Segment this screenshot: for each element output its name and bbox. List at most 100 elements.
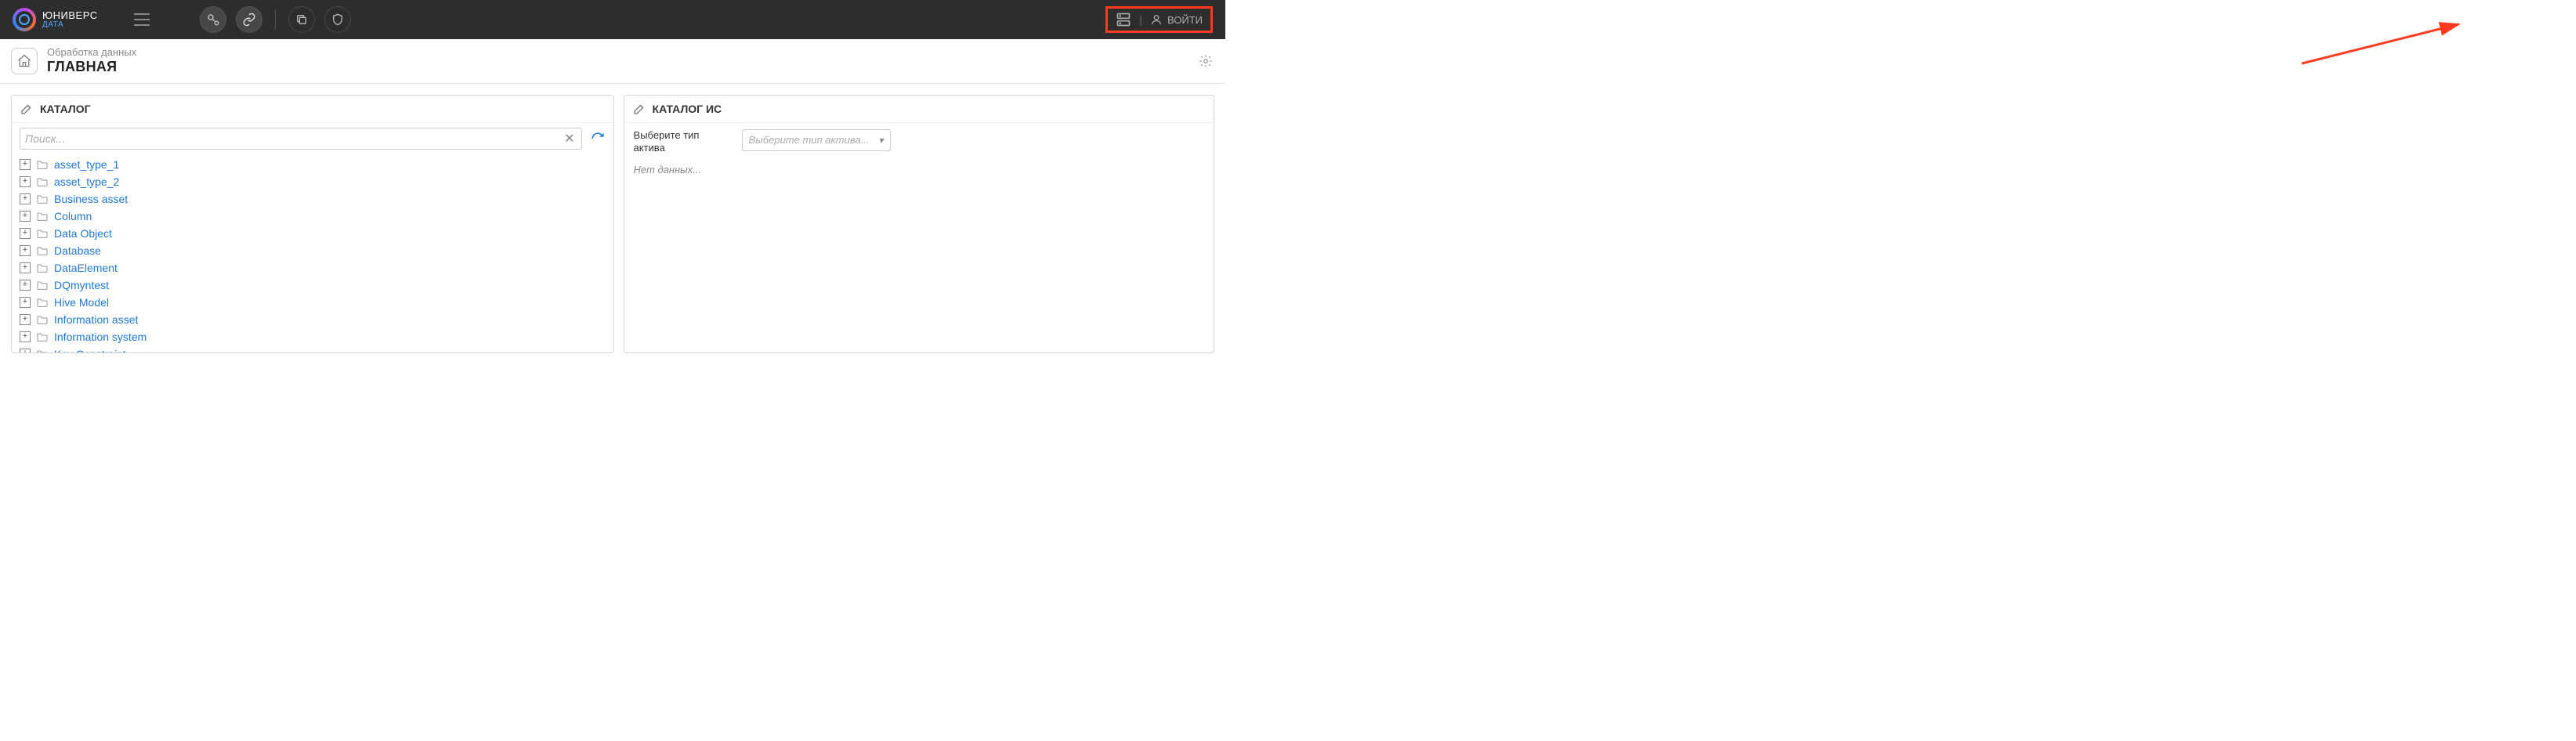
shield-icon xyxy=(331,13,344,26)
link-icon xyxy=(242,13,256,27)
login-button[interactable]: ВОЙТИ xyxy=(1150,13,1203,26)
copy-icon xyxy=(295,13,308,26)
toolbar-group xyxy=(200,6,351,33)
toolbar-link-button[interactable] xyxy=(236,6,262,33)
refresh-button[interactable] xyxy=(590,131,606,146)
is-catalog-panel-title: КАТАЛОГ ИС xyxy=(653,103,722,115)
tree-item: + Key Constraint xyxy=(20,345,606,352)
tree-item: + DQmyntest xyxy=(20,277,606,294)
tree-item-label[interactable]: asset_type_2 xyxy=(54,175,119,188)
folder-icon xyxy=(35,209,49,223)
folder-icon xyxy=(35,157,49,172)
catalog-search-row: ✕ xyxy=(12,123,613,156)
folder-icon xyxy=(35,313,49,327)
catalog-tree[interactable]: + asset_type_1 + asset_type_2 + Business asse… xyxy=(20,156,606,352)
expand-button[interactable]: + xyxy=(20,159,31,170)
expand-button[interactable]: + xyxy=(20,349,31,352)
expand-button[interactable]: + xyxy=(20,193,31,204)
folder-icon xyxy=(35,278,49,292)
tree-item: + Business asset xyxy=(20,190,606,208)
asset-type-label: Выберите тип актива xyxy=(634,129,720,155)
expand-button[interactable]: + xyxy=(20,280,31,291)
tree-item: + DataElement xyxy=(20,259,606,277)
home-icon xyxy=(16,53,32,69)
menu-toggle-button[interactable] xyxy=(132,10,151,29)
clear-search-button[interactable]: ✕ xyxy=(563,131,576,146)
asset-type-row: Выберите тип актива Выберите тип актива.… xyxy=(624,123,1214,161)
catalog-panel-header: КАТАЛОГ xyxy=(12,96,613,123)
tree-item: + Column xyxy=(20,208,606,225)
tree-item-label[interactable]: DQmyntest xyxy=(54,279,109,291)
tree-item-label[interactable]: asset_type_1 xyxy=(54,158,119,171)
tree-item: + Hive Model xyxy=(20,294,606,311)
expand-button[interactable]: + xyxy=(20,262,31,273)
brand-logo-icon xyxy=(13,8,36,31)
folder-icon xyxy=(35,261,49,275)
folder-icon xyxy=(35,295,49,309)
gear-icon xyxy=(1199,54,1213,68)
edit-icon xyxy=(632,102,646,116)
catalog-search-input[interactable] xyxy=(25,128,563,149)
tree-item-label[interactable]: Information system xyxy=(54,331,147,343)
tree-item-label[interactable]: Information asset xyxy=(54,313,138,326)
page-settings-button[interactable] xyxy=(1197,52,1214,70)
folder-icon xyxy=(35,244,49,258)
tree-item-label[interactable]: Key Constraint xyxy=(54,348,126,352)
catalog-panel: КАТАЛОГ ✕ + asset_type_1 + asset_type_2 + Bus… xyxy=(11,95,614,353)
no-data-text: Нет данных... xyxy=(624,161,1214,179)
main-content: КАТАЛОГ ✕ + asset_type_1 + asset_type_2 + Bus… xyxy=(0,84,1225,364)
tree-item: + Database xyxy=(20,242,606,259)
catalog-tree-wrap: + asset_type_1 + asset_type_2 + Business asse… xyxy=(12,156,613,352)
expand-button[interactable]: + xyxy=(20,314,31,325)
brand-title: ЮНИВЕРС xyxy=(42,10,98,21)
folder-icon xyxy=(35,192,49,206)
top-bar: ЮНИВЕРС ДАТА | ВОЙТИ xyxy=(0,0,1225,39)
asset-type-select[interactable]: Выберите тип актива... ▾ xyxy=(742,129,891,151)
page-title: ГЛАВНАЯ xyxy=(47,59,136,75)
edit-icon xyxy=(20,102,34,116)
expand-button[interactable]: + xyxy=(20,211,31,222)
home-button[interactable] xyxy=(11,48,38,74)
expand-button[interactable]: + xyxy=(20,297,31,308)
tree-item-label[interactable]: Business asset xyxy=(54,193,128,205)
expand-button[interactable]: + xyxy=(20,176,31,187)
toolbar-btn-1[interactable] xyxy=(200,6,226,33)
folder-icon xyxy=(35,347,49,352)
brand-subtitle: ДАТА xyxy=(42,21,98,30)
expand-button[interactable]: + xyxy=(20,331,31,342)
tree-item: + asset_type_1 xyxy=(20,156,606,173)
tree-item: + Information system xyxy=(20,328,606,345)
folder-icon xyxy=(35,175,49,189)
tree-item-label[interactable]: Hive Model xyxy=(54,296,109,309)
expand-button[interactable]: + xyxy=(20,245,31,256)
breadcrumb: Обработка данных ГЛАВНАЯ xyxy=(47,47,136,75)
catalog-panel-title: КАТАЛОГ xyxy=(40,103,91,115)
annotation-arrow xyxy=(2302,20,2474,67)
top-right-divider: | xyxy=(1139,13,1142,26)
tree-item-label[interactable]: Data Object xyxy=(54,227,112,240)
tree-item-label[interactable]: Database xyxy=(54,244,101,257)
brand-text: ЮНИВЕРС ДАТА xyxy=(42,10,98,29)
page-header: Обработка данных ГЛАВНАЯ xyxy=(0,39,1225,84)
is-catalog-panel: КАТАЛОГ ИС Выберите тип актива Выберите … xyxy=(624,95,1214,353)
folder-icon xyxy=(35,226,49,240)
breadcrumb-section[interactable]: Обработка данных xyxy=(47,47,136,59)
toolbar-copy-button[interactable] xyxy=(288,6,315,33)
expand-button[interactable]: + xyxy=(20,228,31,239)
toolbar-shield-button[interactable] xyxy=(324,6,351,33)
tree-item-label[interactable]: DataElement xyxy=(54,262,118,274)
tree-item-label[interactable]: Column xyxy=(54,210,92,222)
top-right-controls: | ВОЙТИ xyxy=(1105,6,1216,33)
catalog-search-box: ✕ xyxy=(20,128,582,150)
tree-item: + Information asset xyxy=(20,311,606,328)
server-icon xyxy=(1116,12,1131,27)
asset-type-select-placeholder: Выберите тип актива... xyxy=(749,134,870,146)
chevron-down-icon: ▾ xyxy=(879,135,884,146)
highlighted-controls: | ВОЙТИ xyxy=(1105,6,1213,33)
refresh-icon xyxy=(591,132,605,146)
folder-icon xyxy=(35,330,49,344)
server-settings-button[interactable] xyxy=(1116,12,1131,27)
login-label: ВОЙТИ xyxy=(1167,14,1203,26)
is-catalog-panel-header: КАТАЛОГ ИС xyxy=(624,96,1214,123)
toolbar-divider xyxy=(275,9,276,30)
